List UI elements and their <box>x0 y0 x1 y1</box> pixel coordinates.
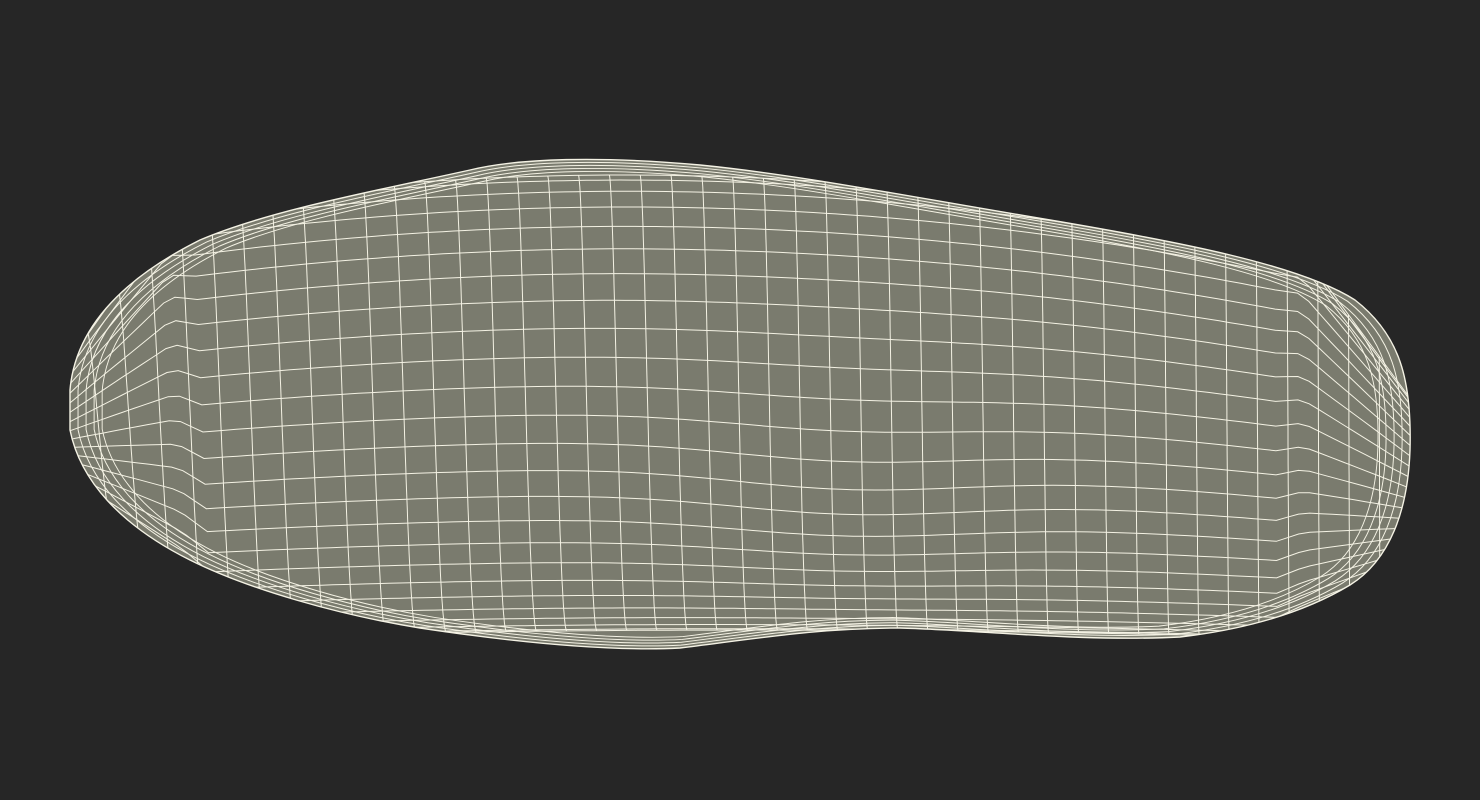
wireframe-mesh-icon[interactable] <box>0 0 1480 800</box>
mesh-edge <box>1378 356 1381 586</box>
3d-viewport[interactable] <box>0 0 1480 800</box>
